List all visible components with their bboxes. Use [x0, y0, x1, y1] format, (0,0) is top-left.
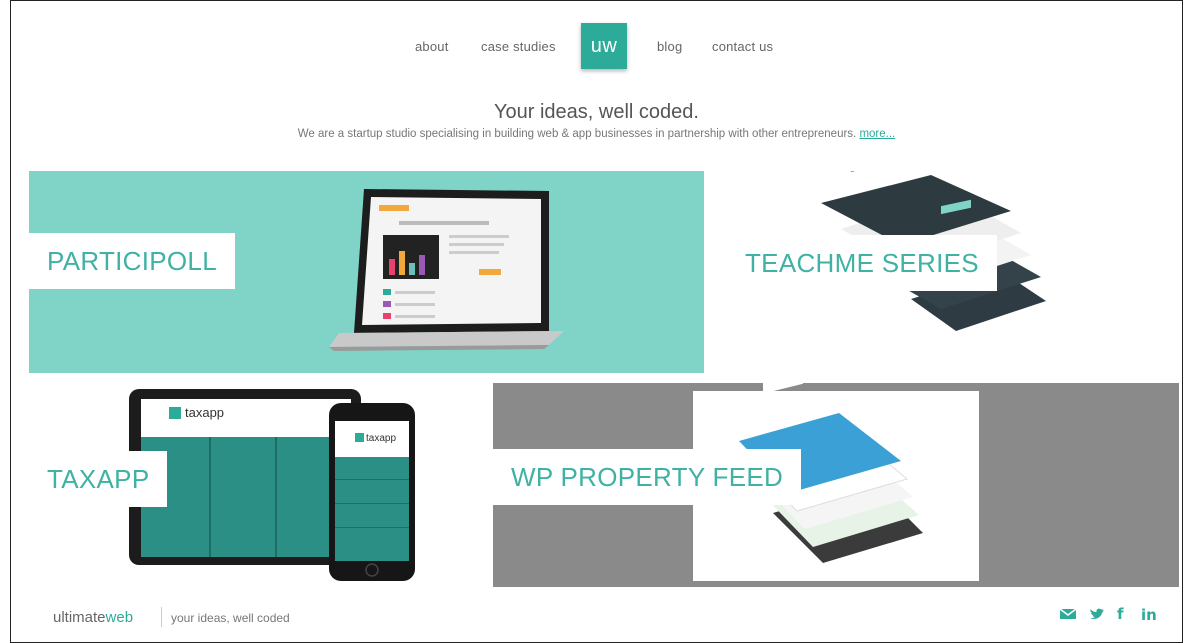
tablet-taxapp-brand: taxapp [185, 405, 224, 420]
participoll-tile[interactable]: PARTICIPOLL [29, 171, 704, 373]
footer-brand-web: web [105, 609, 134, 626]
more-link[interactable]: more... [859, 128, 895, 140]
phone-taxapp-brand: taxapp [366, 433, 396, 444]
nav-about-link[interactable]: about [415, 39, 449, 54]
taxapp-tile[interactable]: taxapp taxapp TAXAPP [29, 383, 491, 583]
page-frame: about case studies uw blog contact us Yo… [10, 0, 1183, 643]
facebook-icon[interactable]: f [1117, 605, 1124, 625]
top-nav: about case studies uw blog contact us [11, 23, 1182, 71]
taxapp-label[interactable]: TAXAPP [29, 451, 168, 507]
teachme-tile[interactable]: TEACHME SERIES [711, 171, 1182, 373]
footer-brand-ultimate: ultimate [53, 609, 106, 626]
nav-contact-link[interactable]: contact us [712, 39, 773, 54]
footer-tagline: your ideas, well coded [171, 611, 290, 625]
hero-subtitle: We are a startup studio specialising in … [11, 128, 1182, 140]
participoll-label[interactable]: PARTICIPOLL [29, 233, 235, 289]
nav-blog-link[interactable]: blog [657, 39, 682, 54]
teachme-label[interactable]: TEACHME SERIES [727, 235, 997, 291]
wp-property-feed-label[interactable]: WP PROPERTY FEED [493, 449, 802, 505]
twitter-icon[interactable] [1089, 607, 1105, 627]
hero-title: Your ideas, well coded. [494, 101, 699, 123]
email-icon[interactable] [1059, 607, 1077, 627]
footer-divider [161, 607, 162, 627]
nav-case-studies-link[interactable]: case studies [481, 39, 556, 54]
wp-property-feed-tile[interactable]: WP PROPERTY FEED [493, 383, 1179, 587]
uw-logo[interactable]: uw [581, 23, 627, 69]
hero-subtitle-text: We are a startup studio specialising in … [297, 128, 857, 140]
footer-brand[interactable]: ultimateweb [53, 609, 133, 626]
linkedin-icon[interactable]: in [1141, 606, 1157, 626]
